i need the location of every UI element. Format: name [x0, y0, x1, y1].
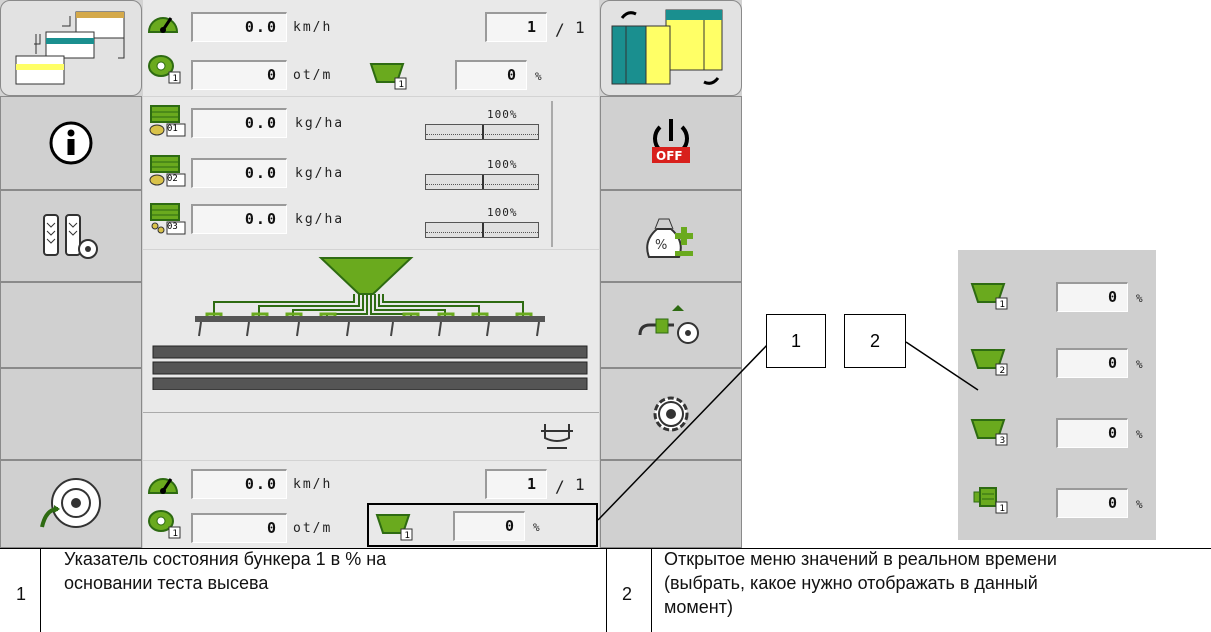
legend: 1 Указатель состояния бункера 1 в % на о… [0, 548, 1211, 632]
legend-text-2-line-1: Открытое меню значений в реальном времен… [664, 549, 1057, 569]
legend-number-1: 1 [16, 584, 27, 604]
callout-lines [597, 341, 979, 521]
callout-2: 2 [844, 314, 906, 368]
callout-1: 1 [766, 314, 826, 368]
legend-text-2-line-3: момент) [664, 597, 733, 617]
legend-text-2-line-2: (выбрать, какое нужно отображать в данны… [664, 573, 1038, 593]
legend-text-1-line-2: основании теста высева [64, 573, 269, 593]
legend-text-1-line-1: Указатель состояния бункера 1 в % на [64, 549, 387, 569]
legend-number-2: 2 [622, 584, 633, 604]
